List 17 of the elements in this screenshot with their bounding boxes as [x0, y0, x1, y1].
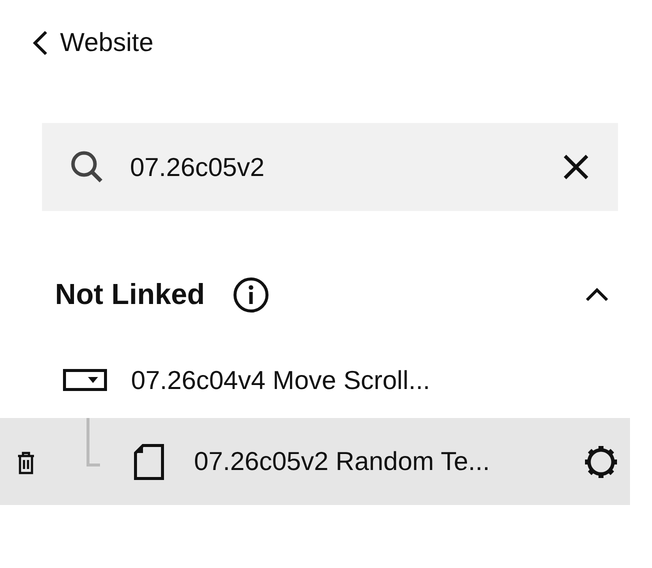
- dropdown-icon: [63, 369, 107, 391]
- item-label: 07.26c04v4 Move Scroll...: [131, 364, 430, 396]
- search-icon: [70, 150, 104, 184]
- tree-item[interactable]: 07.26c04v4 Move Scroll...: [0, 345, 630, 415]
- tree-item[interactable]: 07.26c05v2 Random Te...: [0, 418, 630, 505]
- info-icon[interactable]: [232, 277, 269, 313]
- back-chevron-icon: [30, 28, 50, 56]
- back-link[interactable]: Website: [30, 27, 154, 58]
- settings-icon[interactable]: [582, 443, 620, 481]
- section-title: Not Linked: [55, 278, 205, 312]
- item-label: 07.26c05v2 Random Te...: [194, 446, 490, 477]
- trash-icon[interactable]: [16, 451, 36, 475]
- collapse-toggle[interactable]: [584, 287, 610, 303]
- search-field[interactable]: 07.26c05v2: [130, 152, 536, 182]
- page-icon: [134, 444, 164, 480]
- clear-button[interactable]: [562, 153, 590, 181]
- connector-line: [86, 418, 100, 468]
